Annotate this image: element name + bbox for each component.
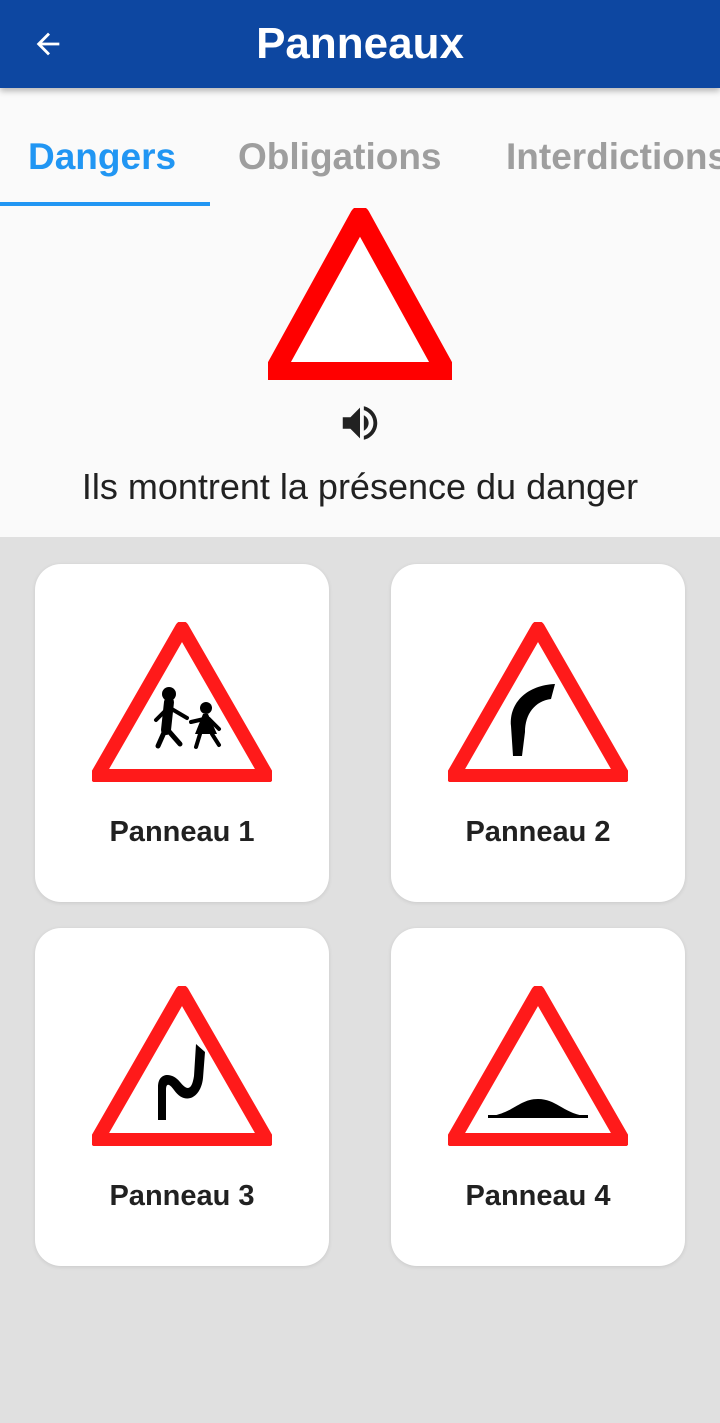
sign-card-label: Panneau 3 [109,1180,255,1212]
category-description: Ils montrent la présence du danger [81,466,639,507]
speaker-button[interactable] [334,398,386,448]
danger-triangle-icon [268,208,452,380]
app-bar: Panneaux [0,0,720,88]
right-bend-sign-icon [448,622,628,782]
sign-card-1[interactable]: Panneau 1 [35,564,329,902]
page-title: Panneaux [256,19,464,68]
tab-obligations[interactable]: Obligations [238,136,442,178]
sign-card-label: Panneau 4 [465,1180,611,1212]
volume-up-icon [342,406,378,440]
tab-interdictions[interactable]: Interdictions [506,136,720,178]
sign-card-4[interactable]: Panneau 4 [391,928,685,1266]
children-crossing-sign-icon [92,622,272,782]
tab-bar: Dangers Obligations Interdictions [0,88,720,208]
tab-indicator [0,202,210,206]
arrow-left-icon [36,32,60,56]
sign-card-label: Panneau 1 [109,816,255,848]
double-bend-sign-icon [92,986,272,1146]
sign-card-3[interactable]: Panneau 3 [35,928,329,1266]
sign-card-label: Panneau 2 [465,816,611,848]
speed-bump-sign-icon [448,986,628,1146]
category-header: Dangers Obligations Interdictions Ils mo… [0,88,720,537]
sign-card-2[interactable]: Panneau 2 [391,564,685,902]
tab-dangers[interactable]: Dangers [28,136,176,178]
back-button[interactable] [22,20,74,68]
